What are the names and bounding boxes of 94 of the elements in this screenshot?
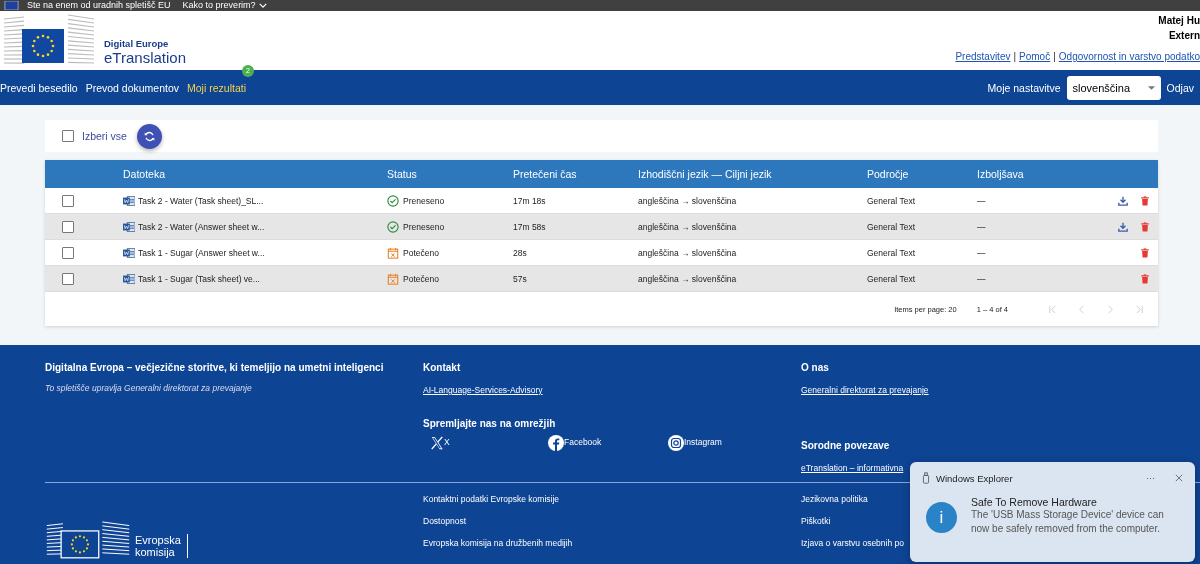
status-text: Potečeno: [403, 247, 439, 258]
close-icon[interactable]: [1175, 474, 1183, 482]
select-all-checkbox[interactable]: [62, 130, 74, 142]
instagram-icon: [668, 435, 684, 451]
related-heading: Sorodne povezave: [801, 440, 891, 451]
settings-label: Moje nastavitve: [987, 81, 1061, 94]
social-heading: Spremljajte nas na omrežjih: [423, 418, 557, 429]
toast-app-name: Windows Explorer: [936, 472, 1013, 484]
improvement-cell-text: —: [977, 221, 987, 232]
header-link[interactable]: Pomoč: [1019, 51, 1051, 62]
refresh-button[interactable]: [136, 123, 162, 149]
brand-subtitle: Digital Europe: [104, 38, 170, 49]
column-header: Izhodiščni jezik — Ciljni jezik: [638, 168, 773, 180]
nav-tab[interactable]: Prevedi besedilo: [0, 81, 84, 94]
footer-subtitle: To spletišče upravlja Generalni direktorat za prevajanje: [45, 383, 253, 393]
row-checkbox[interactable]: [62, 194, 74, 207]
elapsed-time: 28s: [513, 247, 528, 258]
link-separator: |: [1013, 51, 1017, 62]
chevron-icon: [258, 3, 267, 8]
user-role: Extern: [1168, 30, 1200, 41]
info-icon: i: [926, 502, 957, 533]
delete-icon[interactable]: [1140, 195, 1150, 206]
about-link[interactable]: Generalni direktorat za prevajanje: [801, 385, 929, 395]
column-header: Izboljšava: [977, 168, 1025, 180]
social-link[interactable]: Instagram: [663, 435, 783, 451]
row-checkbox[interactable]: [62, 220, 74, 233]
language-pair: angleščina → slovenščina: [638, 195, 738, 206]
column-header: Pretečeni čas: [513, 168, 578, 180]
refresh-icon: [143, 130, 155, 142]
delete-icon[interactable]: [1140, 247, 1150, 258]
footer-link[interactable]: Piškotki: [801, 516, 904, 526]
language-pair: angleščina → slovenščina: [638, 247, 738, 258]
word-file-icon: [123, 246, 135, 259]
language-pair: angleščina → slovenščina: [638, 221, 738, 232]
language-dropdown[interactable]: slovenščina: [1066, 75, 1161, 100]
brand-title: eTranslation: [104, 49, 186, 66]
header-link[interactable]: Predstavitev: [955, 51, 1011, 62]
toast-message: The 'USB Mass Storage Device' device can now be safely removed from the computer.: [971, 508, 1165, 536]
footer-link[interactable]: Evropska komisija na družbenih medijih: [423, 538, 801, 548]
improvement-cell-text: —: [977, 273, 987, 284]
footer-link[interactable]: Dostopnost: [423, 516, 801, 526]
logout-link[interactable]: Odjav: [1166, 81, 1200, 94]
about-heading: O nas: [801, 362, 830, 373]
contact-link[interactable]: AI-Language-Services-Advisory: [423, 385, 801, 395]
file-name: Task 2 - Water (Task sheet)_SL...: [138, 195, 264, 206]
row-checkbox[interactable]: [62, 246, 74, 259]
download-icon[interactable]: [1118, 221, 1128, 232]
word-file-icon: [123, 272, 135, 285]
file-name: Task 1 - Sugar (Answer sheet w...: [138, 247, 265, 258]
column-header: Datoteka: [123, 168, 167, 180]
elapsed-time: 17m 18s: [513, 195, 547, 206]
toast-title: Safe To Remove Hardware: [971, 496, 1098, 508]
delete-icon[interactable]: [1140, 273, 1150, 284]
column-header: Področje: [867, 168, 910, 180]
domain-cell-text: General Text: [867, 195, 917, 206]
select-all-label[interactable]: Izberi vse: [82, 130, 127, 142]
usb-drive-icon: [922, 472, 930, 484]
status-text: Potečeno: [403, 273, 439, 284]
language-pair: angleščina → slovenščina: [638, 273, 738, 284]
official-notice: Ste na enem od uradnih spletišč EU: [27, 1, 171, 10]
footer-link[interactable]: Izjava o varstvu osebnih po: [801, 538, 904, 548]
file-name: Task 1 - Sugar (Task sheet) ve...: [138, 273, 260, 284]
domain-cell-text: General Text: [867, 247, 917, 258]
domain-cell-text: General Text: [867, 273, 917, 284]
verify-link[interactable]: Kako to preverim?: [178, 1, 267, 10]
elapsed-time: 17m 58s: [513, 221, 547, 232]
logo-wordmark: Evropska komisija: [135, 534, 188, 558]
social-link[interactable]: Facebook: [543, 435, 663, 451]
user-name: Matej Hu: [1158, 15, 1200, 26]
row-checkbox[interactable]: [62, 272, 74, 285]
caret-icon: [1147, 85, 1155, 90]
column-header: Status: [387, 168, 418, 180]
improvement-cell-text: —: [977, 247, 987, 258]
word-file-icon: [123, 194, 135, 207]
contact-heading: Kontakt: [423, 362, 462, 373]
status-text: Preneseno: [403, 195, 445, 206]
download-icon[interactable]: [1118, 195, 1128, 206]
footer-link[interactable]: Jezikovna politika: [801, 494, 904, 504]
delete-icon[interactable]: [1140, 221, 1150, 232]
file-name: Task 2 - Water (Answer sheet w...: [138, 221, 265, 232]
improvement-cell-text: —: [977, 195, 987, 206]
x-logo-icon: [430, 436, 444, 450]
footer-link[interactable]: Kontaktni podatki Evropske komisije: [423, 494, 801, 504]
facebook-icon: [548, 435, 564, 451]
social-link[interactable]: X: [423, 435, 543, 451]
header-link[interactable]: Odgovornost in varstvo podatko: [1058, 51, 1200, 62]
status-text: Preneseno: [403, 221, 445, 232]
nav-tab[interactable]: Prevod dokumentov: [85, 81, 186, 94]
elapsed-time: 57s: [513, 273, 528, 284]
footer-title: Digitalna Evropa – večjezične storitve, ki temeljijo na umetni inteligenci: [45, 362, 385, 373]
domain-cell-text: General Text: [867, 221, 917, 232]
word-file-icon: [123, 220, 135, 233]
link-separator: |: [1053, 51, 1056, 62]
more-button[interactable]: ···: [1146, 473, 1155, 483]
